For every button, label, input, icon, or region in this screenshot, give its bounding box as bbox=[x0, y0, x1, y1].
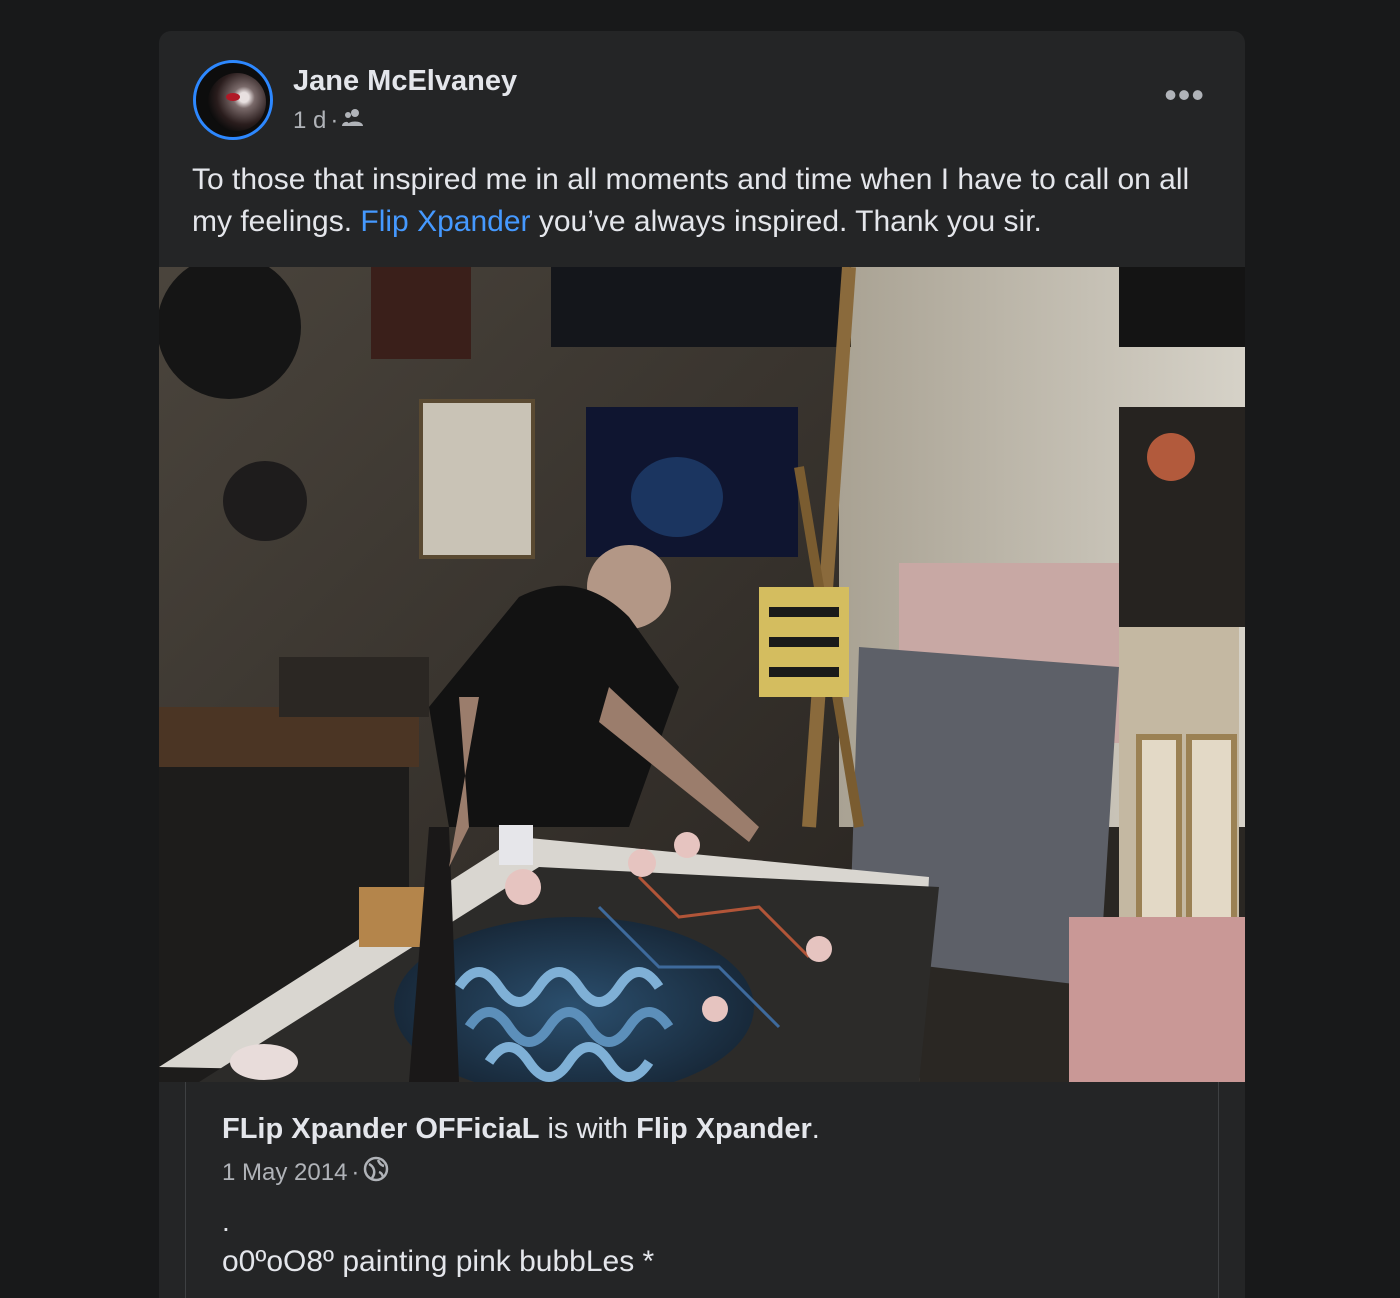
shared-page-name[interactable]: FLip Xpander OFFiciaL bbox=[222, 1113, 539, 1145]
post-subline: 1 d · bbox=[293, 106, 517, 136]
studio-photo-illustration bbox=[159, 255, 1245, 1097]
avatar[interactable] bbox=[193, 60, 273, 140]
shared-tagged-name[interactable]: Flip Xpander bbox=[636, 1113, 812, 1145]
post-card: Jane McElvaney 1 d · ••• To those that i… bbox=[159, 31, 1245, 1298]
shared-post-dot: . bbox=[222, 1206, 230, 1237]
avatar-eye bbox=[226, 93, 240, 101]
post-timestamp[interactable]: 1 d bbox=[293, 106, 326, 136]
shared-post-title: FLip Xpander OFFiciaL is with Flip Xpand… bbox=[222, 1110, 820, 1148]
post-photo[interactable] bbox=[159, 255, 1245, 1097]
shared-post-date[interactable]: 1 May 2014 bbox=[222, 1158, 347, 1188]
post-meta: Jane McElvaney 1 d · bbox=[293, 64, 517, 136]
post-text-after: you’ve always inspired. Thank you sir. bbox=[530, 205, 1042, 238]
shared-post-body: o0ºoO8º painting pink bubbLes * bbox=[222, 1245, 655, 1278]
shared-with-text: is with bbox=[539, 1113, 637, 1145]
mention-link[interactable]: Flip Xpander bbox=[360, 205, 530, 238]
globe-icon[interactable] bbox=[363, 1156, 389, 1190]
more-options-icon[interactable]: ••• bbox=[1164, 77, 1205, 113]
subline-separator: · bbox=[330, 107, 339, 134]
friends-icon[interactable] bbox=[342, 106, 366, 136]
shared-post-subline: 1 May 2014 · bbox=[222, 1156, 389, 1190]
author-name[interactable]: Jane McElvaney bbox=[293, 64, 517, 98]
shared-title-period: . bbox=[811, 1113, 820, 1145]
post-text: To those that inspired me in all moments… bbox=[192, 159, 1222, 243]
shared-post[interactable]: FLip Xpander OFFiciaL is with Flip Xpand… bbox=[185, 1082, 1219, 1298]
avatar-face bbox=[208, 73, 266, 131]
post-header: Jane McElvaney 1 d · bbox=[193, 57, 517, 143]
shared-subline-separator: · bbox=[351, 1159, 360, 1186]
